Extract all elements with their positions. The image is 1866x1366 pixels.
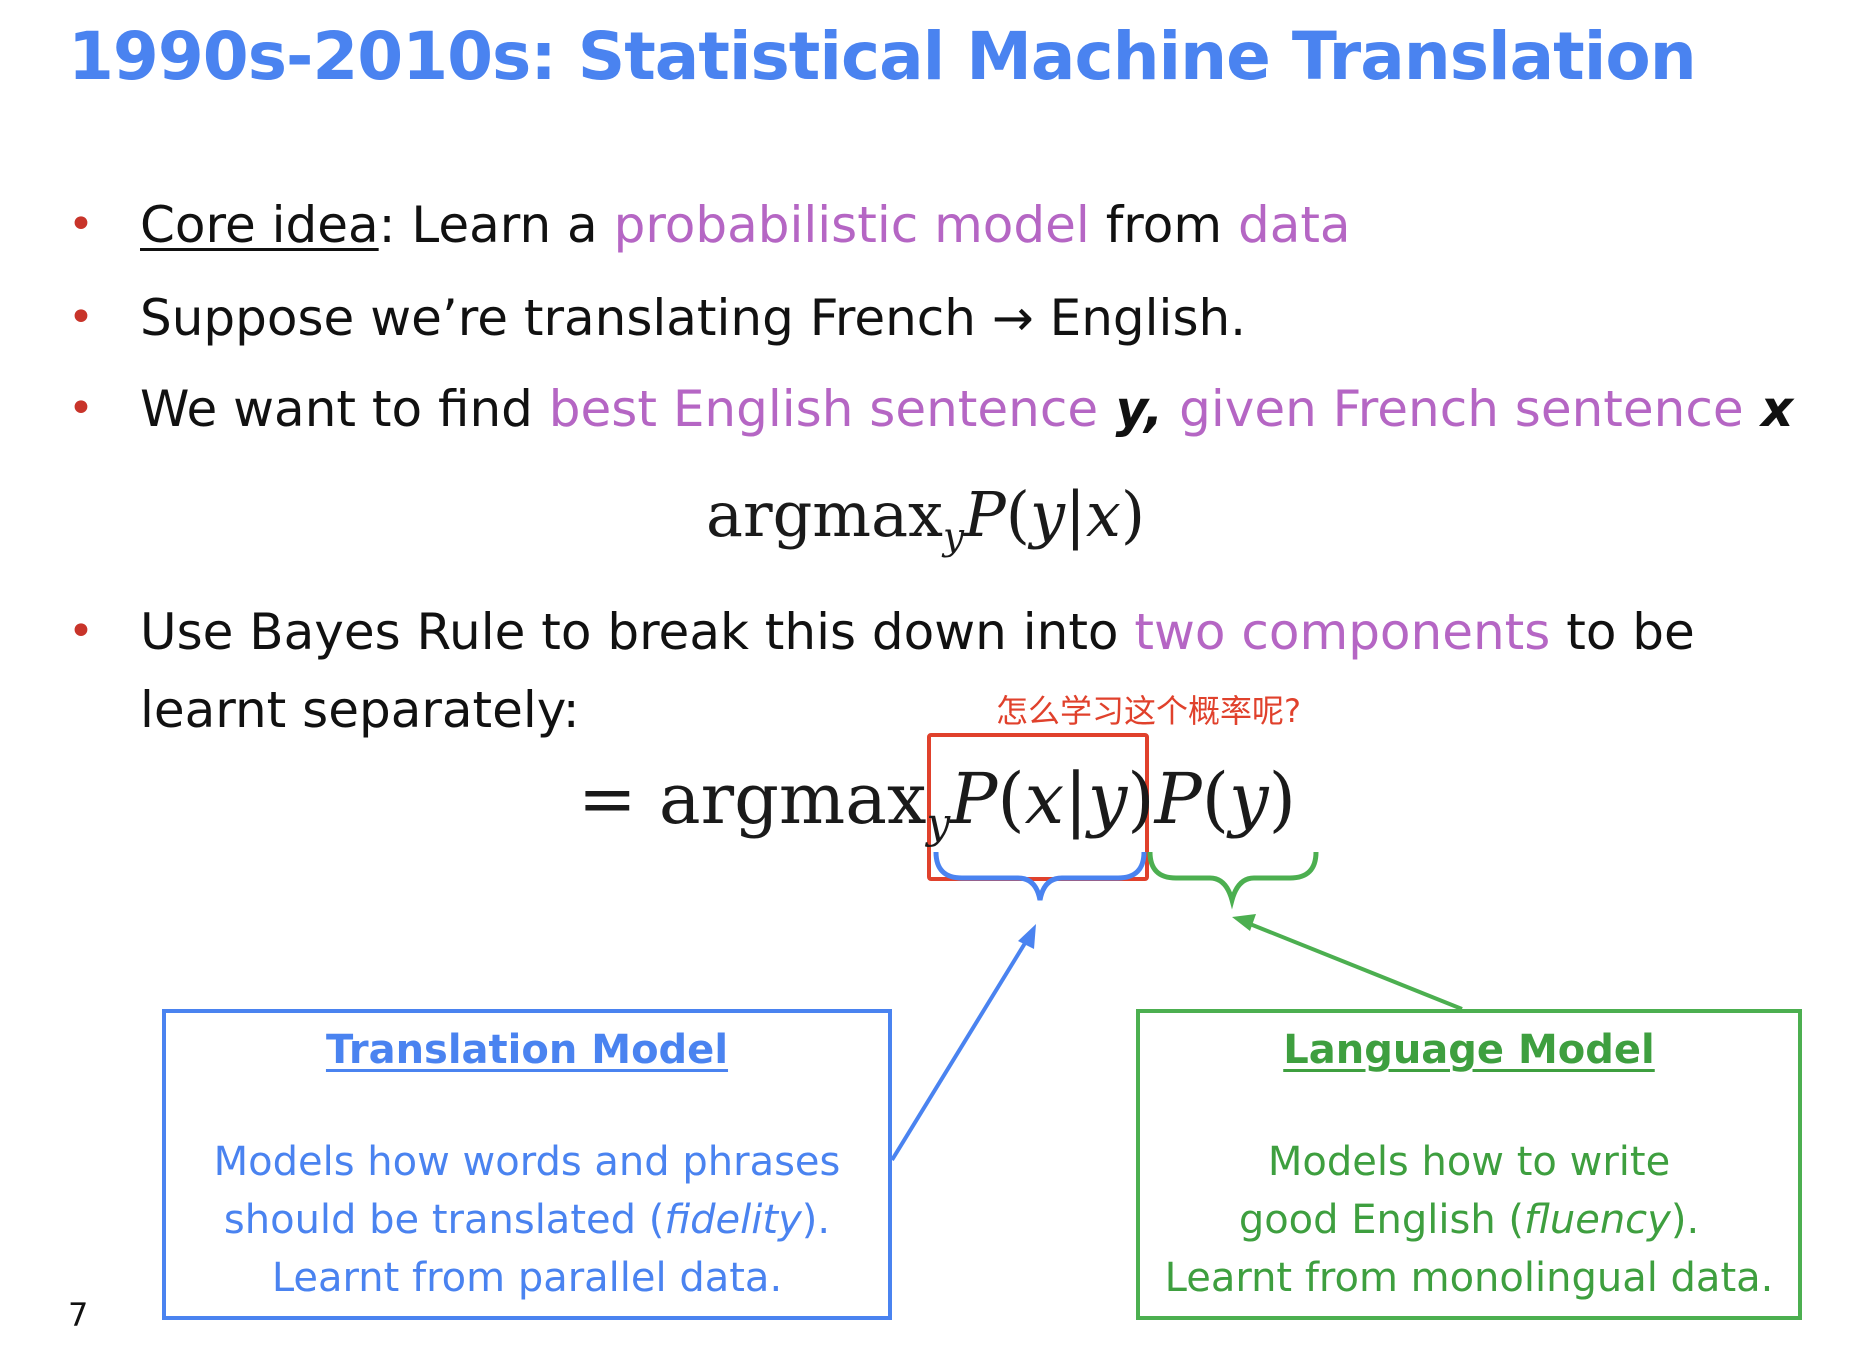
language-model-description: Models how to write good English (fluenc…	[1140, 1133, 1798, 1307]
description-line: Learnt from monolingual data.	[1164, 1255, 1774, 1301]
description-line: should be translated (fidelity).	[166, 1191, 888, 1249]
translation-model-title: Translation Model	[325, 1027, 729, 1073]
translation-arrow-icon	[890, 933, 1032, 1162]
description-line: good English (fluency).	[1140, 1191, 1798, 1249]
language-brace-icon	[1147, 851, 1319, 910]
translation-model-description: Models how words and phrases should be t…	[166, 1133, 888, 1307]
emphasis-fluency: fluency	[1524, 1197, 1671, 1243]
description-line: Models how words and phrases	[213, 1139, 841, 1185]
language-model-title: Language Model	[1283, 1027, 1655, 1073]
translation-model-box: Translation Model Models how words and p…	[162, 1009, 892, 1320]
slide: 1990s-2010s: Statistical Machine Transla…	[0, 0, 1866, 1366]
language-arrow-icon	[1244, 920, 1463, 1011]
description-line: Learnt from parallel data.	[271, 1255, 783, 1301]
text-part: ).	[801, 1197, 831, 1243]
text-part: good English (	[1238, 1197, 1525, 1243]
language-arrowhead-icon	[1232, 914, 1256, 931]
translation-arrowhead-icon	[1018, 924, 1036, 949]
description-line: Models how to write	[1267, 1139, 1671, 1185]
page-number: 7	[68, 1296, 89, 1334]
translation-brace-icon	[933, 851, 1147, 901]
language-model-box: Language Model Models how to write good …	[1136, 1009, 1802, 1320]
emphasis-fidelity: fidelity	[664, 1197, 802, 1243]
text-part: ).	[1670, 1197, 1700, 1243]
text-part: should be translated (	[223, 1197, 665, 1243]
